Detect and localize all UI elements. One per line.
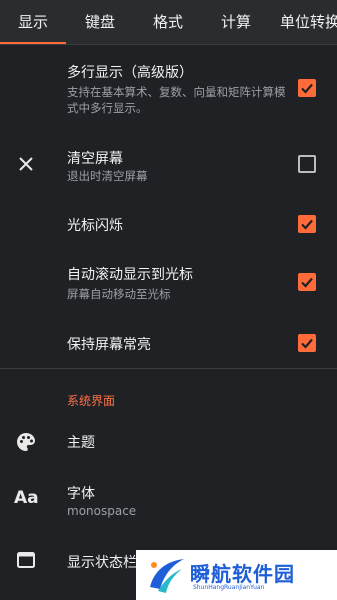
cursor-blink-checkbox[interactable] — [298, 215, 316, 233]
setting-subtitle: 支持在基本算术、复数、向量和矩阵计算模式中多行显示。 — [67, 85, 286, 115]
watermark-logo-icon — [150, 559, 184, 593]
checkmark-icon — [301, 219, 313, 230]
setting-cursor-blink[interactable]: 光标闪烁 — [0, 196, 337, 252]
section-header-system-ui: 系统界面 — [67, 394, 116, 408]
window-icon — [14, 548, 38, 572]
checkmark-icon — [301, 83, 313, 94]
watermark: 瞬航软件园 ShunHangRuanJianYuan — [136, 550, 337, 600]
font-icon: Aa — [14, 488, 39, 508]
setting-title: 自动滚动显示到光标 — [67, 267, 193, 283]
tab-format[interactable]: 格式 — [134, 0, 202, 44]
section-divider — [0, 368, 337, 369]
setting-clear-screen[interactable]: 清空屏幕 退出时清空屏幕 — [0, 130, 337, 196]
tab-unit-conversion[interactable]: 单位转换 — [272, 0, 337, 44]
setting-title: 字体 — [67, 486, 95, 502]
setting-subtitle: monospace — [67, 504, 137, 518]
setting-title: 保持屏幕常亮 — [67, 337, 151, 353]
palette-icon — [14, 430, 38, 454]
setting-title: 光标闪烁 — [67, 218, 123, 234]
auto-scroll-checkbox[interactable] — [298, 273, 316, 291]
watermark-text: 瞬航软件园 — [190, 562, 295, 586]
setting-title: 清空屏幕 — [67, 151, 123, 167]
tab-calculation[interactable]: 计算 — [202, 0, 270, 44]
setting-keep-screen-on[interactable]: 保持屏幕常亮 — [0, 314, 337, 368]
tab-bar: 显示 键盘 格式 计算 单位转换 — [0, 0, 337, 45]
setting-title: 主题 — [67, 435, 95, 451]
setting-subtitle: 退出时清空屏幕 — [67, 169, 148, 183]
setting-title: 多行显示（高级版） — [67, 65, 193, 81]
setting-font[interactable]: Aa 字体 monospace — [0, 468, 337, 528]
close-icon — [14, 152, 38, 176]
setting-auto-scroll[interactable]: 自动滚动显示到光标 屏幕自动移动至光标 — [0, 252, 337, 314]
setting-title: 显示状态栏 — [67, 555, 137, 571]
watermark-subtext: ShunHangRuanJianYuan — [193, 584, 265, 591]
setting-subtitle: 屏幕自动移动至光标 — [67, 287, 171, 301]
multiline-checkbox[interactable] — [298, 79, 316, 97]
setting-multiline-display[interactable]: 多行显示（高级版） 支持在基本算术、复数、向量和矩阵计算模式中多行显示。 — [0, 44, 337, 130]
keep-screen-on-checkbox[interactable] — [298, 334, 316, 352]
clear-screen-checkbox[interactable] — [298, 155, 316, 173]
checkmark-icon — [301, 277, 313, 288]
checkmark-icon — [301, 338, 313, 349]
tab-keyboard[interactable]: 键盘 — [66, 0, 134, 44]
tab-display[interactable]: 显示 — [0, 0, 66, 44]
setting-theme[interactable]: 主题 — [0, 418, 337, 468]
